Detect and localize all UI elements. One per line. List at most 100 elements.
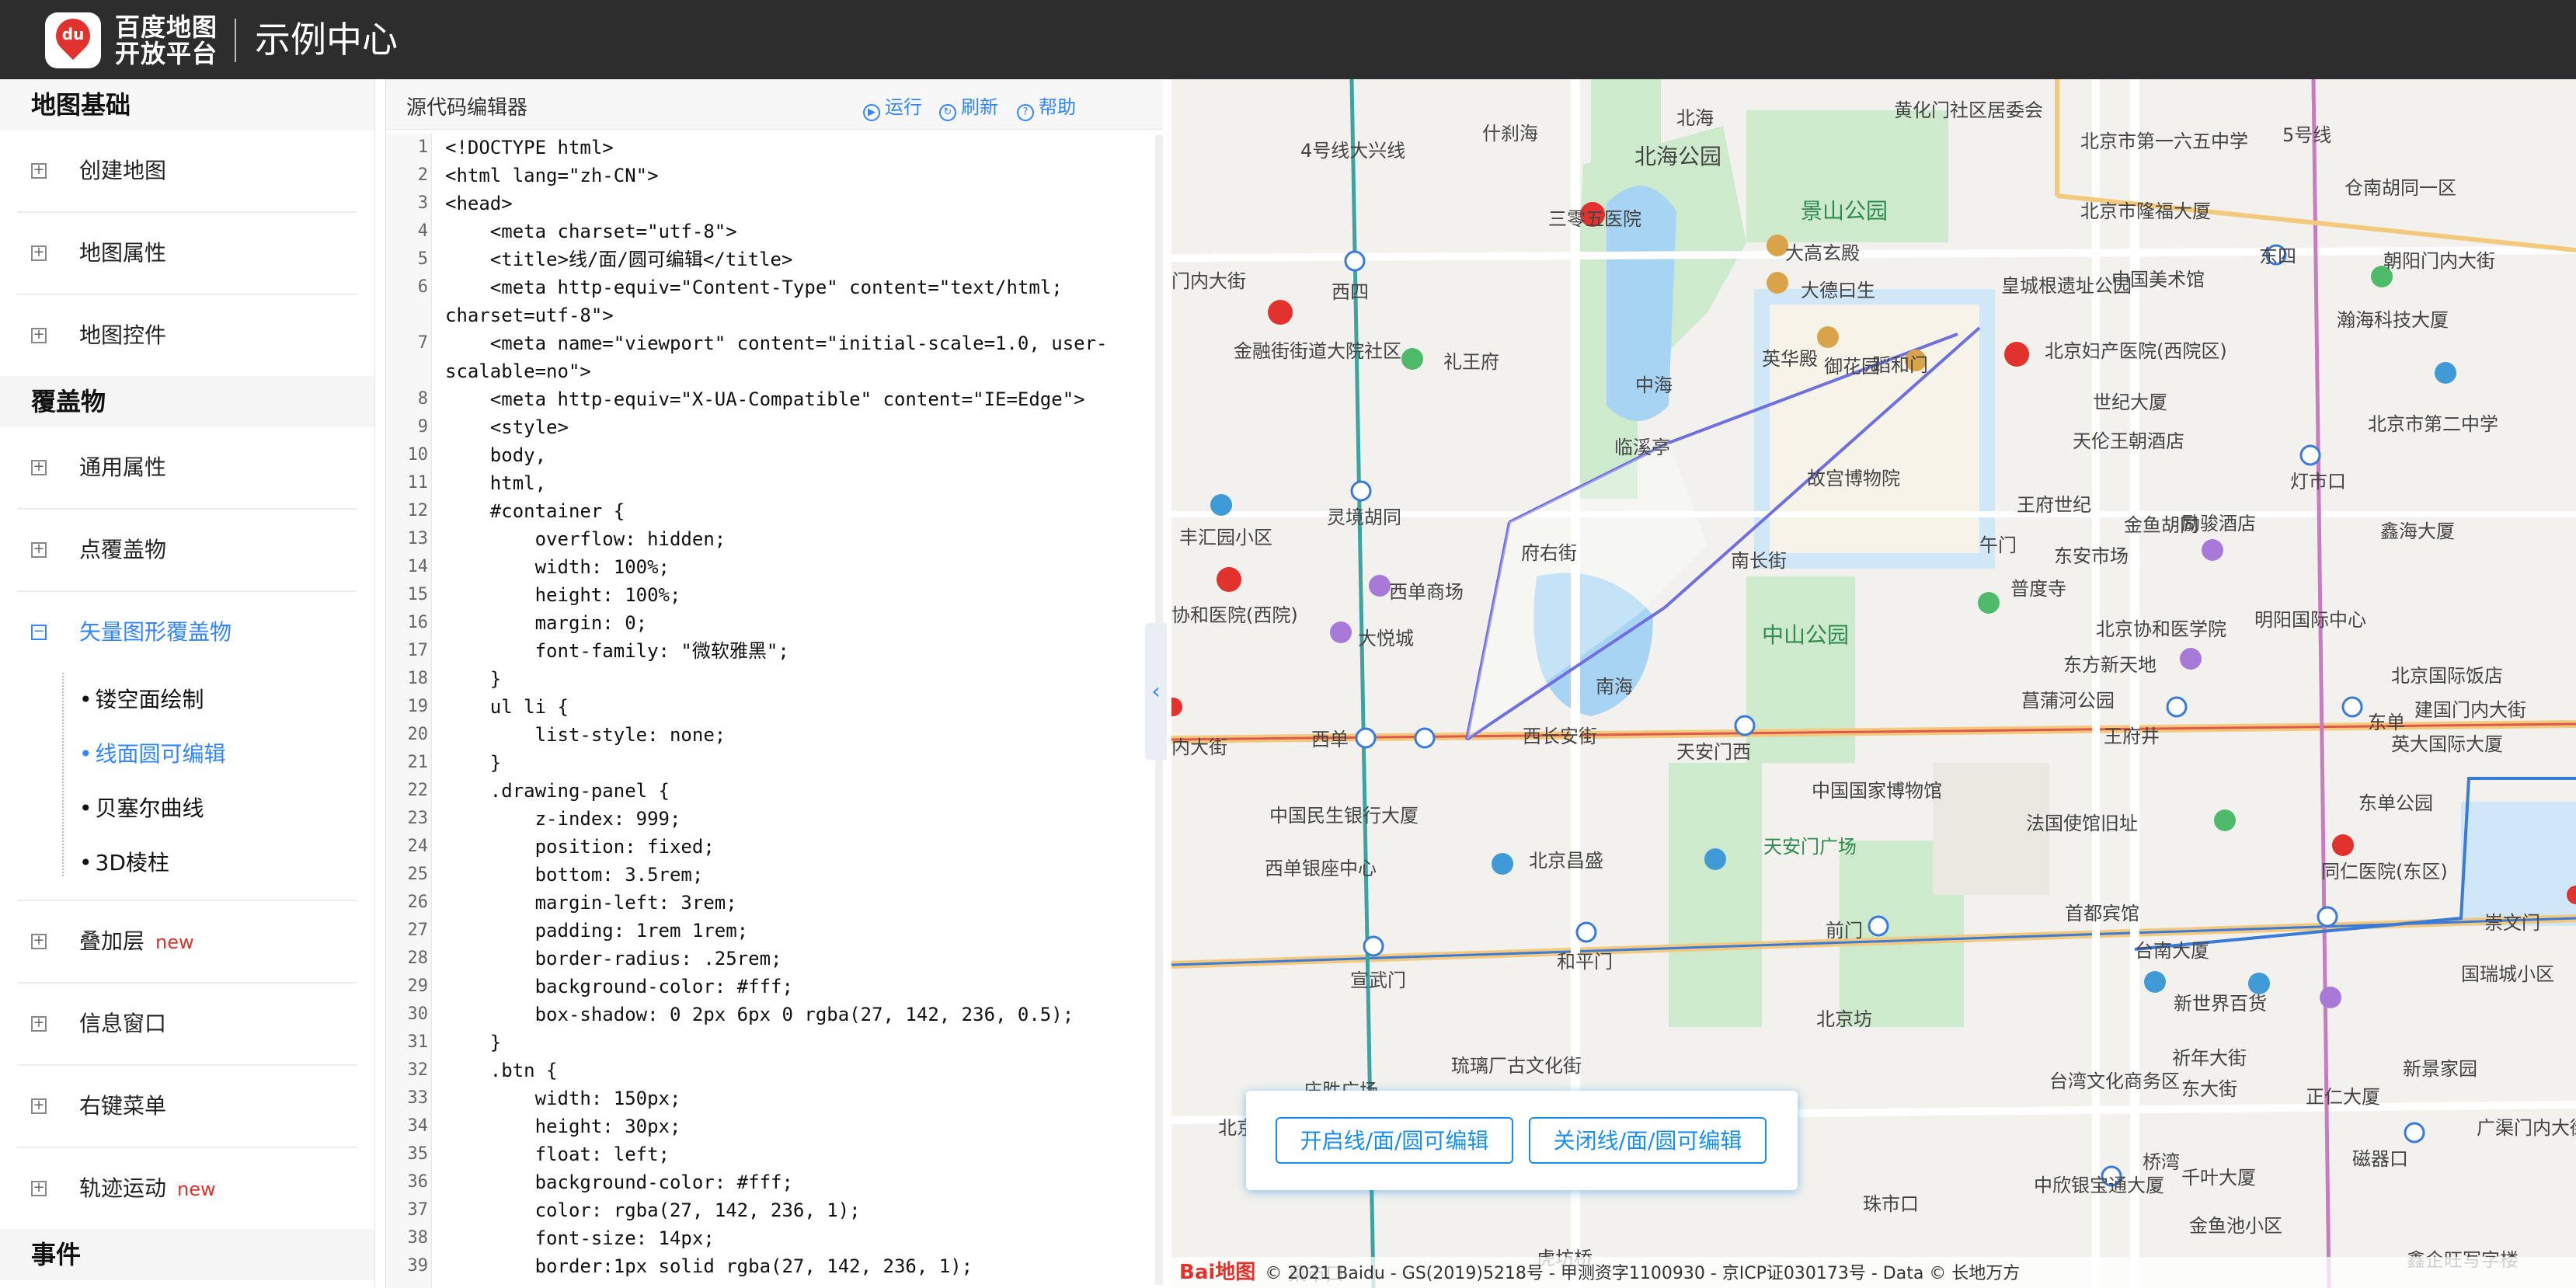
map-label: 广渠门内大街 — [2477, 1117, 2576, 1139]
collapse-editor-button[interactable]: ‹ — [1145, 623, 1167, 760]
map-label: 北京协和医学院 — [2096, 618, 2226, 640]
code-line[interactable]: 14 width: 100%; — [386, 553, 1163, 581]
code-line[interactable]: 6 <meta http-equiv="Content-Type" conten… — [386, 273, 1163, 329]
code-line[interactable]: 2 <html lang="zh-CN"> — [386, 162, 1163, 190]
code-line[interactable]: 30 box-shadow: 0 2px 6px 0 rgba(27, 142,… — [386, 1001, 1163, 1029]
sidebar-item-vector-overlay[interactable]: − 矢量图形覆盖物 — [17, 592, 357, 673]
code-line[interactable]: 18 } — [386, 665, 1163, 693]
code-line[interactable]: 26 margin-left: 3rem; — [386, 889, 1163, 917]
map-view[interactable]: 北海 北海公园 景山公园 什刹海 黄化门社区居委会 北京市第一六五中学 仓南胡同一区 北京市隆… — [1171, 79, 2576, 1288]
code-line[interactable]: 10 body, — [386, 441, 1163, 469]
sidebar-item-map-controls[interactable]: + 地图控件 — [17, 295, 357, 376]
code-line[interactable]: 38 font-size: 14px; — [386, 1224, 1163, 1252]
code-line[interactable]: 24 position: fixed; — [386, 833, 1163, 861]
code-area[interactable]: 1 <!DOCTYPE html> 2 <html lang="zh-CN"> 3 <he… — [386, 134, 1163, 1280]
code-line[interactable]: 25 bottom: 3.5rem; — [386, 861, 1163, 889]
code-line[interactable]: 15 height: 100%; — [386, 581, 1163, 609]
expand-icon: + — [31, 460, 47, 475]
map-label: 普度寺 — [2010, 578, 2066, 600]
line-number: 27 — [407, 921, 429, 940]
code-line[interactable]: 9 <style> — [386, 413, 1163, 441]
enable-edit-button[interactable]: 开启线/面/圆可编辑 — [1276, 1117, 1513, 1164]
line-number: 13 — [407, 529, 429, 548]
code-line[interactable]: 28 border-radius: .25rem; — [386, 945, 1163, 973]
code-line[interactable]: 4 <meta charset="utf-8"> — [386, 218, 1163, 245]
sidebar-item-point-overlay[interactable]: + 点覆盖物 — [17, 510, 357, 592]
line-number: 15 — [407, 585, 429, 604]
code-line[interactable]: 29 background-color: #fff; — [386, 973, 1163, 1001]
line-number: 11 — [407, 473, 429, 493]
code-line[interactable]: 21 } — [386, 749, 1163, 777]
expand-icon: + — [31, 245, 47, 261]
sidebar: 地图基础 + 创建地图 + 地图属性 + 地图控件 覆盖物 + 通用属性 + 点覆盖物 −… — [0, 79, 375, 1288]
code-text: <meta charset="utf-8"> — [445, 221, 737, 242]
sidebar-item-common-properties[interactable]: + 通用属性 — [17, 427, 357, 510]
sidebar-item-overlay-layer[interactable]: + 叠加层 new — [17, 901, 357, 983]
code-text: color: rgba(27, 142, 236, 1); — [445, 1199, 861, 1221]
code-line[interactable]: 5 <title>线/面/圆可编辑</title> — [386, 245, 1163, 273]
sidebar-item-map-properties[interactable]: + 地图属性 — [17, 213, 357, 295]
sidebar-sublist: • 镂空面绘制 • 线面圆可编辑 • 贝塞尔曲线 • 3D棱柱 — [17, 673, 357, 901]
baidu-logo-icon: Bai地图 — [1179, 1261, 1256, 1284]
sidebar-subitem-hollow-polygon[interactable]: • 镂空面绘制 — [17, 673, 357, 727]
sidebar-item-info-window[interactable]: + 信息窗口 — [17, 983, 357, 1066]
line-number: 7 — [417, 333, 428, 353]
run-button[interactable]: ▶ 运行 — [863, 92, 922, 121]
code-line[interactable]: 7 <meta name="viewport" content="initial… — [386, 329, 1163, 385]
line-number: 33 — [407, 1088, 429, 1108]
map-label: 午门 — [1979, 534, 2017, 556]
line-number: 1 — [417, 138, 428, 157]
map-label: 协和医院(西院) — [1171, 604, 1298, 626]
code-line[interactable]: 13 overflow: hidden; — [386, 525, 1163, 553]
sidebar-item-context-menu[interactable]: + 右键菜单 — [17, 1066, 357, 1148]
new-badge: new — [155, 931, 194, 953]
sidebar-subitem-editable-shapes[interactable]: • 线面圆可编辑 — [17, 727, 357, 782]
code-line[interactable]: 20 list-style: none; — [386, 721, 1163, 749]
sidebar-subitem-bezier-curve[interactable]: • 贝塞尔曲线 — [17, 782, 357, 836]
chevron-left-icon: ‹ — [1151, 678, 1161, 704]
disable-edit-button[interactable]: 关闭线/面/圆可编辑 — [1529, 1117, 1767, 1164]
code-text: } — [445, 752, 502, 774]
map-label: 故宫博物院 — [1807, 468, 1900, 489]
code-line[interactable]: 34 height: 30px; — [386, 1112, 1163, 1140]
code-text: } — [445, 668, 502, 690]
map-label: 王府世纪 — [2017, 494, 2091, 516]
sidebar-item-create-map[interactable]: + 创建地图 — [17, 131, 357, 213]
refresh-button[interactable]: ↻ 刷新 — [939, 92, 998, 121]
code-line[interactable]: 32 .btn { — [386, 1057, 1163, 1084]
code-line[interactable]: 12 #container { — [386, 497, 1163, 525]
code-line[interactable]: 8 <meta http-equiv="X-UA-Compatible" con… — [386, 385, 1163, 413]
code-line[interactable]: 11 html, — [386, 469, 1163, 497]
map-label: 东安市场 — [2054, 545, 2129, 567]
code-line[interactable]: 22 .drawing-panel { — [386, 777, 1163, 805]
code-text: <meta http-equiv="Content-Type" content=… — [445, 277, 1074, 326]
code-line[interactable]: 27 padding: 1rem 1rem; — [386, 917, 1163, 945]
code-line[interactable]: 23 z-index: 999; — [386, 805, 1163, 833]
help-button[interactable]: ? 帮助 — [1017, 92, 1076, 121]
map-label: 北京坊 — [1816, 1008, 1872, 1030]
code-line[interactable]: 36 background-color: #fff; — [386, 1168, 1163, 1196]
code-line[interactable]: 17 font-family: "微软雅黑"; — [386, 637, 1163, 665]
baidu-map-logo-icon[interactable]: du — [45, 11, 101, 68]
code-text: <meta http-equiv="X-UA-Compatible" conte… — [445, 388, 1085, 410]
code-line[interactable]: 31 } — [386, 1029, 1163, 1057]
map-label: 蹈和门 — [1872, 354, 1928, 376]
code-text: overflow: hidden; — [445, 528, 726, 550]
code-text: <style> — [445, 416, 569, 438]
map-label: 新景家园 — [2403, 1058, 2477, 1080]
code-line[interactable]: 1 <!DOCTYPE html> — [386, 134, 1163, 162]
code-line[interactable]: 16 margin: 0; — [386, 609, 1163, 637]
map-label: 北海 — [1676, 107, 1714, 129]
code-line[interactable]: 3 <head> — [386, 190, 1163, 218]
code-line[interactable]: 37 color: rgba(27, 142, 236, 1); — [386, 1196, 1163, 1224]
sidebar-subitem-3d-prism[interactable]: • 3D棱柱 — [17, 836, 357, 890]
map-label: 建国门内大街 — [2414, 699, 2526, 721]
map-label: 台湾文化商务区 — [2049, 1070, 2180, 1092]
code-line[interactable]: 35 float: left; — [386, 1140, 1163, 1168]
map-label: 仓南胡同一区 — [2345, 177, 2456, 199]
sidebar-item-track-animation[interactable]: + 轨迹运动 new — [17, 1148, 357, 1229]
code-line[interactable]: 39 border:1px solid rgba(27, 142, 236, 1… — [386, 1252, 1163, 1280]
code-line[interactable]: 33 width: 150px; — [386, 1084, 1163, 1112]
map-label: 东方新天地 — [2063, 654, 2157, 676]
code-line[interactable]: 19 ul li { — [386, 693, 1163, 721]
